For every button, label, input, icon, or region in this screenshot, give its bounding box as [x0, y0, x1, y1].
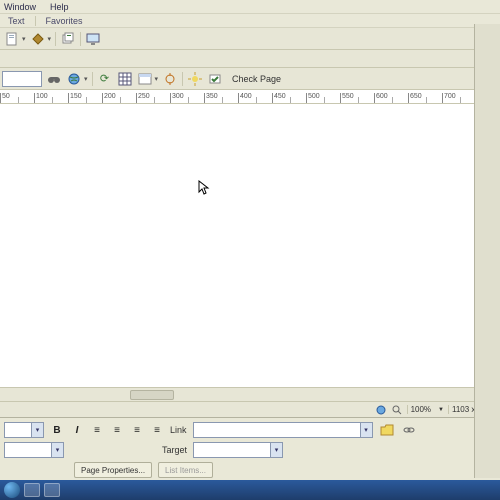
menubar[interactable]: Window Help: [0, 0, 500, 14]
taskbar-item[interactable]: [44, 483, 60, 497]
monitor-icon[interactable]: [85, 31, 101, 47]
tab-separator: [35, 16, 36, 26]
link-label: Link: [170, 425, 187, 435]
size-combo[interactable]: ▾: [4, 442, 64, 458]
bold-button[interactable]: B: [50, 423, 64, 437]
chain-icon[interactable]: [401, 422, 417, 438]
ruler-tick: 100: [34, 93, 68, 103]
statusbar: 100% ▼ 1103 x 489: [0, 401, 500, 417]
tab-text[interactable]: Text: [4, 15, 29, 27]
cursor-icon: [198, 180, 210, 199]
chevron-down-icon[interactable]: ▾: [22, 35, 26, 43]
separator: [80, 32, 81, 46]
align-right-button[interactable]: ≡: [130, 423, 144, 437]
chevron-down-icon[interactable]: ▼: [438, 407, 444, 413]
rhombus-icon[interactable]: [30, 31, 46, 47]
target-combo[interactable]: ▾: [193, 442, 283, 458]
folder-icon[interactable]: [379, 422, 395, 438]
align-left-button[interactable]: ≡: [90, 423, 104, 437]
refresh-icon[interactable]: ⟳: [97, 71, 113, 87]
chevron-down-icon[interactable]: ▾: [48, 35, 52, 43]
table-icon[interactable]: [137, 71, 153, 87]
binoculars-icon[interactable]: [46, 71, 62, 87]
burst-icon[interactable]: [187, 71, 203, 87]
ruler-tick: 150: [68, 93, 102, 103]
page-icon[interactable]: [4, 31, 20, 47]
horizontal-scrollbar[interactable]: [0, 387, 500, 401]
align-center-button[interactable]: ≡: [110, 423, 124, 437]
menu-window[interactable]: Window: [4, 2, 36, 12]
check-icon[interactable]: [207, 71, 223, 87]
link-combo[interactable]: ▾: [193, 422, 373, 438]
property-inspector: ▾ B I ≡ ≡ ≡ ≡ Link ▾ ▾ Target ▾: [0, 417, 500, 480]
italic-button[interactable]: I: [70, 423, 84, 437]
ruler-tick: 600: [374, 93, 408, 103]
start-orb[interactable]: [4, 482, 20, 498]
globe-icon[interactable]: [66, 71, 82, 87]
ruler-tick: 200: [102, 93, 136, 103]
ruler-tick: 700: [442, 93, 476, 103]
ruler-tick: 500: [306, 93, 340, 103]
taskbar-item[interactable]: [24, 483, 40, 497]
check-page-button[interactable]: Check Page: [227, 72, 286, 86]
separator: [55, 32, 56, 46]
ruler-tick: 250: [136, 93, 170, 103]
canvas[interactable]: [0, 104, 500, 387]
taskbar[interactable]: [0, 480, 500, 500]
panel-rail[interactable]: [474, 24, 500, 478]
ruler-tick: 50: [0, 93, 34, 103]
stack-icon[interactable]: [60, 31, 76, 47]
grid-icon[interactable]: [117, 71, 133, 87]
target-label: Target: [162, 445, 187, 455]
tab-favorites[interactable]: Favorites: [42, 15, 87, 27]
page-properties-button[interactable]: Page Properties...: [74, 462, 152, 478]
ruler-tick: 400: [238, 93, 272, 103]
separator: [92, 72, 93, 86]
separator: [182, 72, 183, 86]
document-toolbar: ▾ ⟳ ▾ Check Page: [0, 68, 500, 90]
menu-help[interactable]: Help: [50, 2, 69, 12]
chevron-down-icon[interactable]: ▾: [84, 75, 88, 83]
search-icon[interactable]: [391, 404, 403, 416]
doc-title-input[interactable]: [2, 71, 42, 87]
sub-tabs: Text Favorites: [0, 14, 500, 28]
toolbar-spacer: [0, 50, 500, 68]
ruler-tick: 300: [170, 93, 204, 103]
align-justify-button[interactable]: ≡: [150, 423, 164, 437]
earth-icon[interactable]: [375, 404, 387, 416]
main-toolbar: ▾ ▾: [0, 28, 500, 50]
chevron-down-icon[interactable]: ▾: [155, 75, 159, 83]
ruler-tick: 650: [408, 93, 442, 103]
ruler-tick: 350: [204, 93, 238, 103]
ruler: 5010015020025030035040045050055060065070…: [0, 90, 500, 104]
scrollbar-thumb[interactable]: [130, 390, 174, 400]
ruler-tick: 450: [272, 93, 306, 103]
ruler-tick: 550: [340, 93, 374, 103]
list-items-button: List Items...: [158, 462, 213, 478]
format-combo[interactable]: ▾: [4, 422, 44, 438]
viz-icon[interactable]: [162, 71, 178, 87]
zoom-value[interactable]: 100%: [407, 405, 434, 414]
